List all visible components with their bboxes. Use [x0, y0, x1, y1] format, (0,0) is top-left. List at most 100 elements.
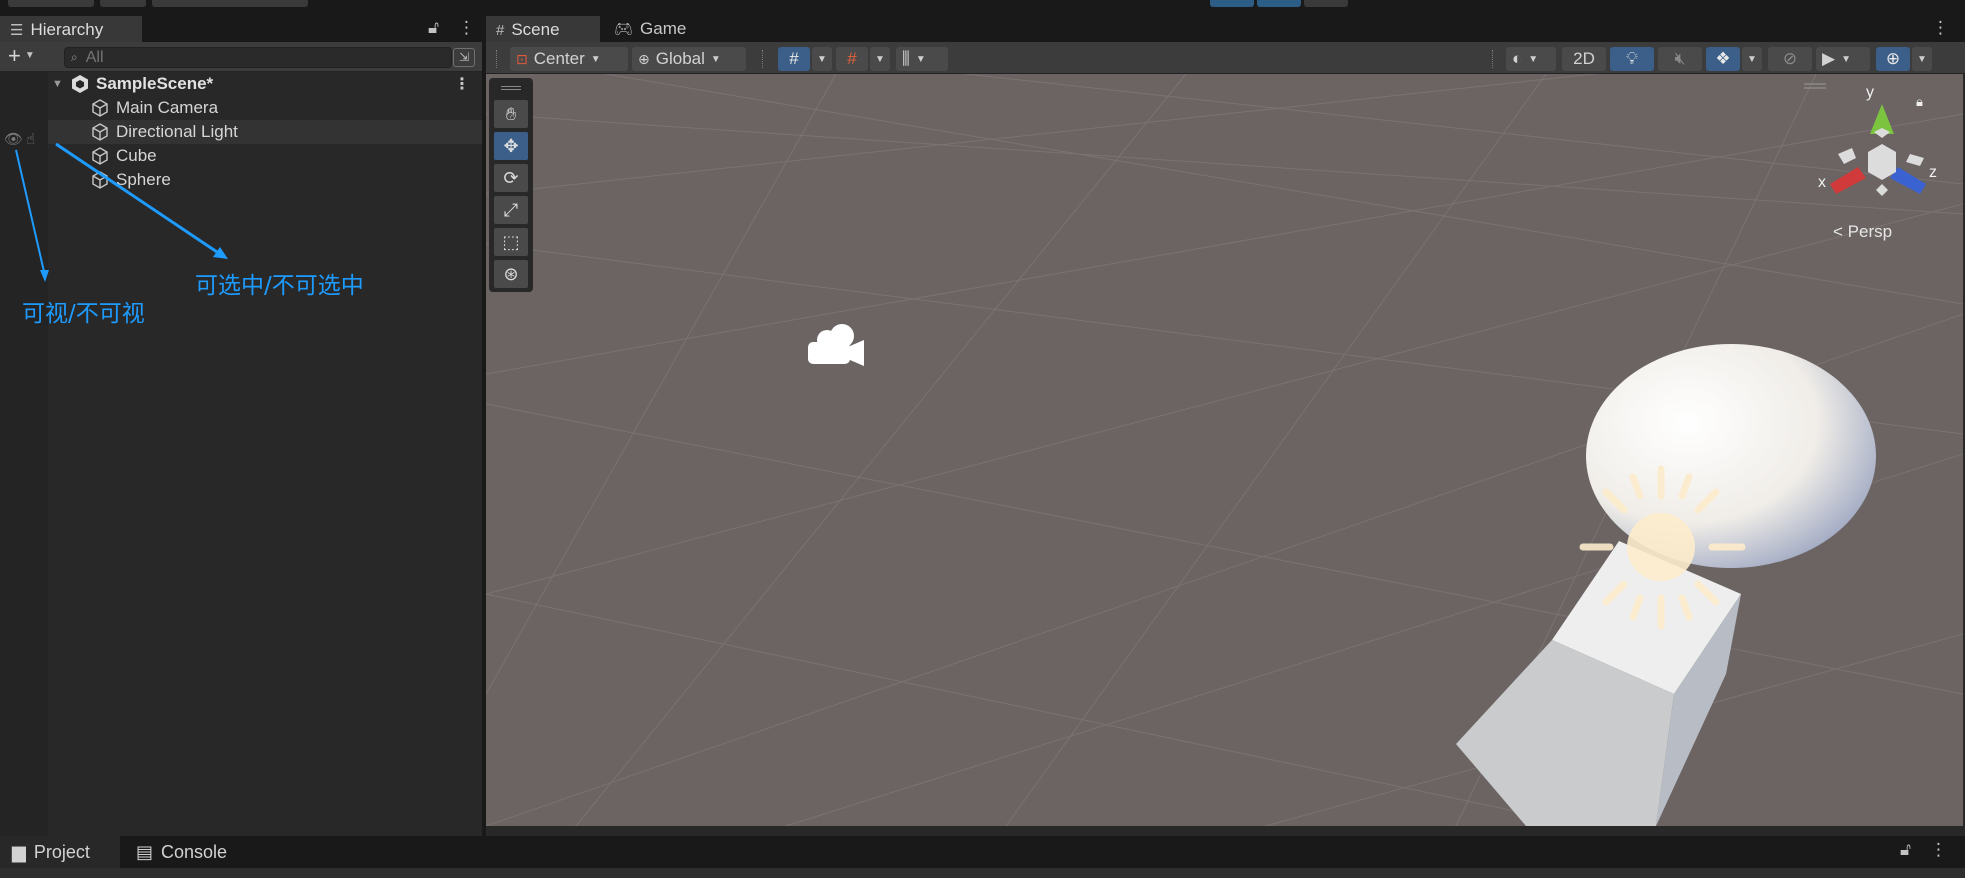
projection-toggle[interactable]: < Persp [1833, 222, 1892, 242]
bottom-panel: ▆ Project ▤ Console 🔓︎ ⋮ [0, 836, 1965, 878]
add-button[interactable]: + ▼ [8, 45, 35, 67]
scene-panel: # Scene 🎮︎ Game ⋮ ⊡ Center ▼ ⊕ Global ▼ … [486, 8, 1965, 836]
search-scope-button[interactable]: ⇲ [453, 48, 475, 67]
move-tool-button[interactable]: ✥ [494, 132, 528, 160]
camera-gizmo-icon[interactable] [808, 324, 864, 366]
palette-grip[interactable] [501, 86, 521, 90]
grid-visibility-dropdown[interactable]: ⫼ ▼ [896, 47, 948, 71]
draw-mode-dropdown[interactable]: ◐ ▼ [1506, 47, 1556, 71]
pivot-mode-dropdown[interactable]: ⊡ Center ▼ [510, 47, 628, 71]
rotate-icon: ⟳ [503, 167, 519, 188]
scale-icon: ⤢ [503, 199, 519, 220]
toolbar-separator [1492, 50, 1494, 68]
item-label: Directional Light [116, 122, 238, 141]
lock-icon[interactable]: 🔓︎ [428, 18, 439, 38]
audio-toggle[interactable]: 🔇︎ [1658, 47, 1702, 71]
camera-settings-dropdown[interactable]: ▶ ▼ [1816, 47, 1870, 71]
tab-project[interactable]: ▆ Project [0, 836, 120, 868]
scale-tool-button[interactable]: ⤢ [494, 196, 528, 224]
increment-snap-icon: # [847, 49, 857, 68]
gizmo-center-cube[interactable] [1868, 144, 1896, 180]
grid-snap-toggle[interactable]: # [778, 47, 810, 71]
search-input[interactable] [85, 48, 416, 67]
eye-icon[interactable]: 👁︎ [4, 130, 23, 148]
rotate-tool-button[interactable]: ⟳ [494, 164, 528, 192]
effects-dropdown[interactable]: ▼ [1742, 47, 1762, 71]
chevron-down-icon: ▼ [1917, 53, 1927, 65]
grid-snap-dropdown[interactable]: ▼ [812, 47, 832, 71]
more-menu-icon[interactable]: ⋮ [1932, 18, 1949, 38]
orientation-gizmo[interactable] [1830, 104, 1926, 196]
pick-hand-icon[interactable]: ☝︎ [26, 130, 35, 148]
camera-icon: ▶ [1822, 49, 1836, 68]
tab-console[interactable]: ▤ Console [124, 836, 244, 868]
hierarchy-scene-row[interactable]: ▼ SampleScene* ⋮ [48, 72, 482, 96]
chevron-down-icon: ▼ [817, 53, 827, 65]
more-menu-icon[interactable]: ⋮ [458, 18, 475, 38]
gameobject-cube-icon [92, 123, 108, 141]
annotation-pickability: 可选中/不可选中 [195, 273, 364, 299]
directional-light-gizmo[interactable] [1579, 465, 1746, 630]
effects-toggle[interactable]: ❖ [1706, 47, 1740, 71]
step-button[interactable] [1304, 0, 1348, 7]
transform-tool-button[interactable]: ⊛ [494, 260, 528, 288]
hand-tool-button[interactable]: ✋︎ [494, 100, 528, 128]
account-button[interactable] [8, 0, 94, 7]
play-button[interactable] [1210, 0, 1254, 7]
fold-arrow-icon[interactable]: ▼ [52, 78, 63, 90]
scene-visibility-toggle[interactable]: ⊘ [1768, 47, 1812, 71]
hand-icon: ✋︎ [505, 103, 517, 124]
toolbar-separator [762, 50, 764, 68]
lighting-toggle[interactable]: 💡︎ [1610, 47, 1654, 71]
hierarchy-item[interactable]: Directional Light [48, 120, 482, 144]
lock-icon[interactable]: 🔓︎ [1900, 840, 1911, 860]
toolbar-grip [496, 50, 498, 68]
hierarchy-item[interactable]: Sphere [48, 168, 482, 192]
tab-label: Console [161, 841, 228, 862]
transform-tool-palette: ✋︎ ✥ ⟳ ⤢ ⬚ ⊛ [489, 78, 533, 292]
list-icon: ☰ [10, 22, 24, 39]
tab-scene[interactable]: # Scene [486, 16, 600, 42]
chevron-down-icon: ▼ [24, 50, 35, 61]
layout-dropdown[interactable] [152, 0, 308, 7]
rect-tool-button[interactable]: ⬚ [494, 228, 528, 256]
search-field[interactable]: ⌕ [64, 47, 452, 68]
lock-icon[interactable]: 🔒︎ [1916, 94, 1923, 110]
scene-viewport[interactable]: y x z 🔒︎ < Persp ✋︎ ✥ ⟳ ⤢ ⬚ ⊛ [486, 74, 1963, 826]
pivot-rotation-dropdown[interactable]: ⊕ Global ▼ [632, 47, 746, 71]
more-menu-icon[interactable]: ⋮ [454, 74, 470, 94]
pause-button[interactable] [1257, 0, 1301, 7]
scene-tabbar: # Scene 🎮︎ Game ⋮ [486, 8, 1965, 42]
top-toolbar-strip [0, 0, 1965, 8]
gizmos-dropdown[interactable]: ▼ [1912, 47, 1932, 71]
scene-name: SampleScene* [96, 74, 214, 93]
tab-game[interactable]: 🎮︎ Game [604, 16, 704, 42]
unity-scene-icon [72, 75, 88, 93]
lightbulb-icon: 💡︎ [1626, 49, 1638, 68]
item-label: Sphere [116, 170, 171, 189]
axis-y-label: y [1866, 84, 1874, 101]
visibility-gutter[interactable] [0, 72, 48, 836]
gameobject-cube-icon [92, 147, 108, 165]
arrowhead-pickability [213, 247, 228, 259]
folder-icon: ▆ [12, 841, 26, 862]
hierarchy-item[interactable]: Main Camera [48, 96, 482, 120]
tab-label: Game [640, 19, 687, 38]
gameobject-cube-icon [92, 171, 108, 189]
hierarchy-toolbar: + ▼ ⌕ ⇲ [0, 42, 482, 72]
gizmos-toggle[interactable]: ⊕ [1876, 47, 1910, 71]
chevron-down-icon: ▼ [1528, 53, 1539, 65]
cloud-button[interactable] [100, 0, 146, 7]
eye-slash-icon: ⊘ [1782, 49, 1798, 68]
tab-hierarchy[interactable]: ☰ Hierarchy [0, 16, 142, 42]
more-menu-icon[interactable]: ⋮ [1930, 840, 1947, 860]
search-icon: ⌕ [71, 50, 78, 64]
gizmo-sphere-icon: ⊕ [1885, 49, 1901, 68]
pivot-mode-label: Center [533, 49, 585, 68]
increment-snap-toggle[interactable]: # [836, 47, 868, 71]
chevron-left-icon: < [1833, 222, 1843, 241]
toggle-2d-button[interactable]: 2D [1562, 47, 1606, 71]
increment-snap-dropdown[interactable]: ▼ [870, 47, 890, 71]
hierarchy-item[interactable]: Cube [48, 144, 482, 168]
rect-tool-icon: ⬚ [502, 231, 520, 252]
